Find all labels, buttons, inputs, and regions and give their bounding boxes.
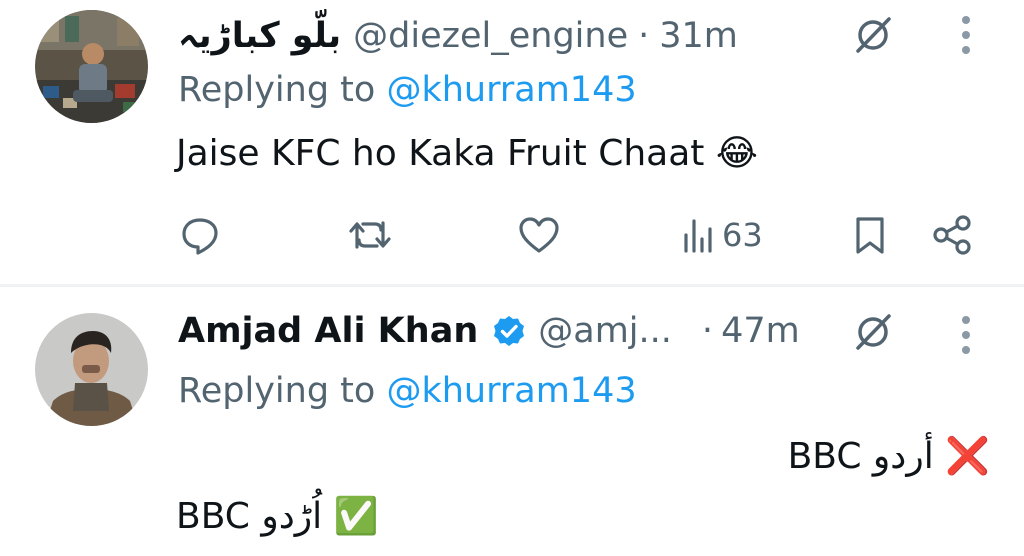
grok-icon[interactable] xyxy=(850,309,896,355)
more-icon[interactable] xyxy=(956,312,976,358)
action-bar: 63 xyxy=(0,210,1024,260)
timestamp[interactable]: 31m xyxy=(659,16,738,56)
verified-icon xyxy=(492,314,526,348)
handle[interactable]: @diezel_engine xyxy=(353,16,628,56)
separator-dot: · xyxy=(701,311,714,351)
like-icon xyxy=(519,217,559,253)
reply-button[interactable] xyxy=(178,210,222,260)
views-button[interactable]: 63 xyxy=(680,210,763,260)
replying-prefix: Replying to xyxy=(178,371,376,411)
tweet-text-line-2: BBC اُڑدو ✅ xyxy=(176,496,379,537)
timestamp[interactable]: 47m xyxy=(721,311,800,351)
share-button[interactable] xyxy=(930,210,974,260)
tweet-1[interactable]: بلّو کباڑیہ @diezel_engine · 31m Replyin… xyxy=(0,0,1024,284)
bookmark-icon xyxy=(856,217,884,254)
handle[interactable]: @amj... xyxy=(538,311,672,351)
tweet-header: بلّو کباڑیہ @diezel_engine · 31m xyxy=(178,10,738,62)
retweet-icon xyxy=(349,221,391,249)
display-name[interactable]: بلّو کباڑیہ xyxy=(178,16,341,56)
tweet-text: Jaise KFC ho Kaka Fruit Chaat 😂 xyxy=(176,133,758,174)
tweet-header: Amjad Ali Khan @amj... · 47m xyxy=(178,305,800,357)
replying-prefix: Replying to xyxy=(178,70,376,110)
grok-icon[interactable] xyxy=(850,12,896,58)
avatar[interactable] xyxy=(35,10,148,123)
reply-icon xyxy=(182,218,218,255)
display-name[interactable]: Amjad Ali Khan xyxy=(178,311,478,351)
replying-to: Replying to @khurram143 xyxy=(178,371,637,411)
tweet-text-line-1: BBC أردو ❌ xyxy=(787,436,990,477)
bookmark-button[interactable] xyxy=(850,210,890,260)
separator-dot: · xyxy=(638,16,650,56)
replying-to: Replying to @khurram143 xyxy=(178,70,637,110)
mention-link[interactable]: @khurram143 xyxy=(386,70,636,110)
mention-link[interactable]: @khurram143 xyxy=(386,371,636,411)
share-icon xyxy=(933,215,971,255)
tweet-2[interactable]: Amjad Ali Khan @amj... · 47m Replying to… xyxy=(0,287,1024,556)
views-count: 63 xyxy=(722,216,763,254)
retweet-button[interactable] xyxy=(346,210,394,260)
avatar[interactable] xyxy=(35,313,148,426)
views-icon xyxy=(684,219,712,253)
like-button[interactable] xyxy=(516,210,562,260)
more-icon[interactable] xyxy=(956,12,976,58)
